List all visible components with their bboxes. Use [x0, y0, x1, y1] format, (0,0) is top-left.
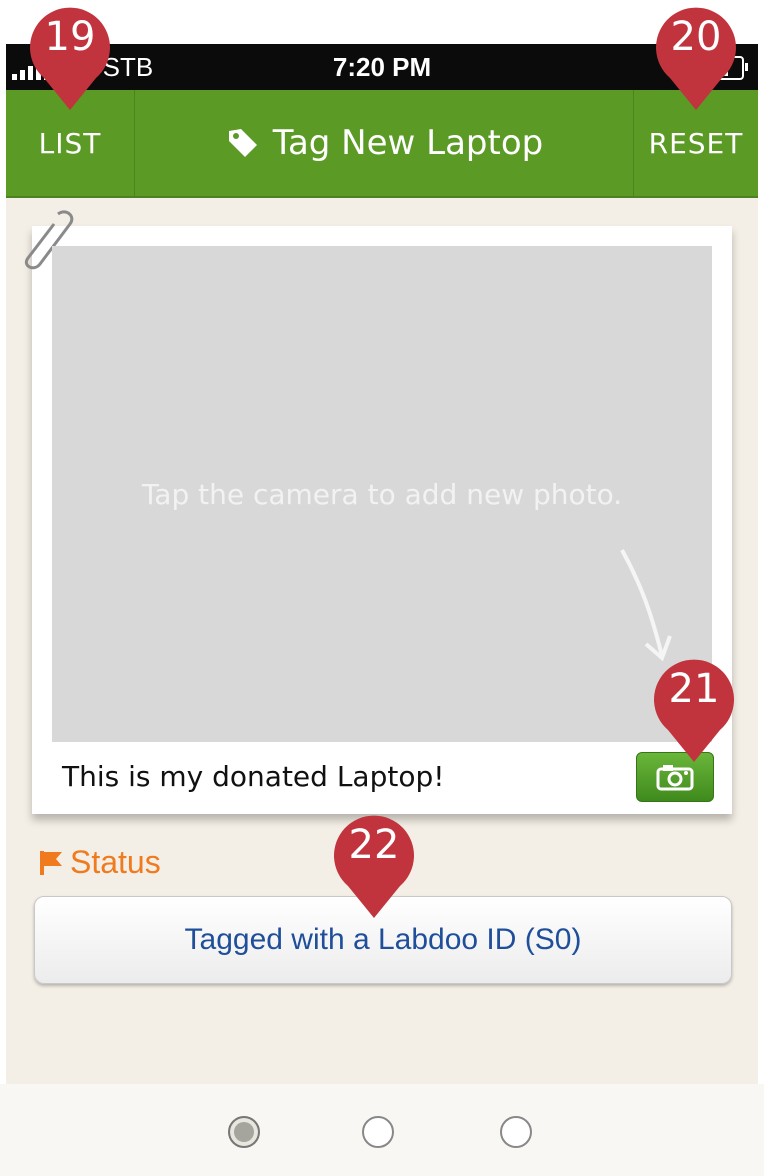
photo-caption: This is my donated Laptop!	[62, 760, 445, 793]
callout-marker: 19	[22, 4, 118, 114]
page-indicator	[0, 1084, 764, 1176]
callout-marker: 21	[646, 656, 742, 766]
photo-hint-text: Tap the camera to add new photo.	[141, 478, 623, 511]
flag-icon	[40, 850, 62, 875]
page-dot-1[interactable]	[228, 1116, 260, 1148]
page-dot-3[interactable]	[500, 1116, 532, 1148]
callout-marker: 20	[648, 4, 744, 114]
phone-screen: TW-STB 7:20 PM LIST Tag New Laptop RESET…	[6, 44, 758, 1084]
clock: 7:20 PM	[332, 52, 432, 82]
page-title-group: Tag New Laptop	[134, 90, 634, 196]
callout-marker: 22	[326, 812, 422, 922]
status-bar: TW-STB 7:20 PM	[6, 44, 758, 90]
page-dot-2[interactable]	[362, 1116, 394, 1148]
camera-icon	[656, 765, 694, 791]
status-label: Status	[70, 844, 161, 880]
callout-number: 19	[44, 14, 96, 60]
callout-number: 20	[670, 14, 722, 60]
photo-card: Tap the camera to add new photo. This is…	[25, 210, 732, 814]
navigation-bar: LIST Tag New Laptop RESET	[6, 90, 758, 198]
tag-icon	[228, 129, 257, 157]
status-label-group: Status	[38, 844, 161, 881]
callout-number: 22	[348, 822, 400, 868]
hint-arrow-icon	[620, 549, 672, 662]
callout-number: 21	[668, 666, 720, 712]
photo-placeholder: Tap the camera to add new photo.	[52, 246, 712, 742]
page-title: Tag New Laptop	[272, 123, 544, 163]
